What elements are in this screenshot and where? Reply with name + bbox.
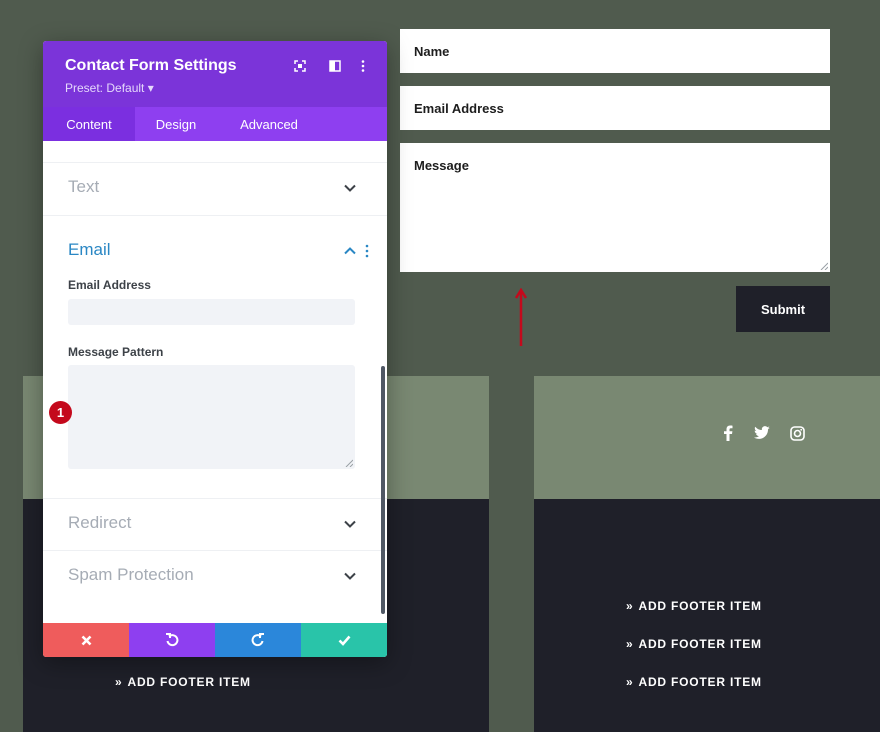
double-chevron-icon: » [115,675,123,689]
annotation-badge: 1 [49,401,72,424]
panel-tabs: Content Design Advanced [43,107,387,141]
message-pattern-label: Message Pattern [68,345,164,359]
footer-item-left[interactable]: » ADD FOOTER ITEM [115,675,251,689]
section-text-title: Text [68,177,100,196]
message-pattern-textarea[interactable] [68,365,355,469]
tab-design[interactable]: Design [143,107,209,141]
name-field[interactable]: Name [400,29,830,73]
resize-grip-icon[interactable] [820,262,828,270]
footer-item-right-3[interactable]: » ADD FOOTER ITEM [626,675,762,689]
footer-item-right-2[interactable]: » ADD FOOTER ITEM [626,637,762,651]
footer-item-label: ADD FOOTER ITEM [638,675,762,689]
email-field[interactable]: Email Address [400,86,830,130]
footer-item-right-1[interactable]: » ADD FOOTER ITEM [626,599,762,613]
chevron-down-icon [344,572,356,580]
name-field-label: Name [414,44,450,59]
section-redirect-title: Redirect [68,513,132,532]
arrow-up-icon [515,288,527,346]
panel-scrollbar[interactable] [381,366,385,614]
section-more-icon[interactable] [365,244,369,258]
close-icon [81,635,91,645]
chevron-up-icon [344,247,356,255]
submit-button[interactable]: Submit [736,286,830,332]
sage-band-right [534,376,880,499]
footer-item-label: ADD FOOTER ITEM [127,675,251,689]
email-address-label: Email Address [68,278,151,292]
chevron-down-icon [344,520,356,528]
section-text[interactable]: Text [43,162,387,214]
action-bar [43,623,387,657]
preset-selector[interactable]: Preset: Default ▾ [65,81,154,95]
footer-item-label: ADD FOOTER ITEM [638,599,762,613]
double-chevron-icon: » [626,675,634,689]
cancel-button[interactable] [43,623,129,657]
panel-title: Contact Form Settings [65,57,237,74]
split-view-icon[interactable] [327,58,343,74]
message-field-label: Message [414,158,469,173]
double-chevron-icon: » [626,599,634,613]
check-icon [338,635,350,646]
redo-icon [251,633,264,647]
more-options-icon[interactable] [355,58,371,74]
twitter-icon[interactable] [753,424,771,442]
fullscreen-icon[interactable] [292,58,308,74]
chevron-down-icon [344,184,356,192]
section-email[interactable]: Email [43,215,387,267]
message-field[interactable]: Message [400,143,830,272]
panel-header[interactable]: Contact Form Settings Preset: Default ▾ [43,41,387,107]
panel-body: Text Email Email Address Message Pattern… [43,141,387,623]
email-field-label: Email Address [414,101,504,116]
undo-button[interactable] [129,623,215,657]
footer-block-right [534,499,880,732]
redo-button[interactable] [215,623,301,657]
undo-icon [166,633,179,647]
section-spam-title: Spam Protection [68,565,194,584]
section-email-title: Email [68,240,111,259]
footer-item-label: ADD FOOTER ITEM [638,637,762,651]
resize-grip-icon[interactable] [345,459,353,467]
section-spam-protection[interactable]: Spam Protection [43,550,387,602]
tab-content[interactable]: Content [43,107,135,141]
section-redirect[interactable]: Redirect [43,498,387,550]
save-button[interactable] [301,623,387,657]
instagram-icon[interactable] [788,424,806,442]
email-address-input[interactable] [68,299,355,325]
facebook-icon[interactable] [719,424,737,442]
tab-advanced[interactable]: Advanced [229,107,309,141]
double-chevron-icon: » [626,637,634,651]
settings-panel: Contact Form Settings Preset: Default ▾ … [43,41,387,657]
